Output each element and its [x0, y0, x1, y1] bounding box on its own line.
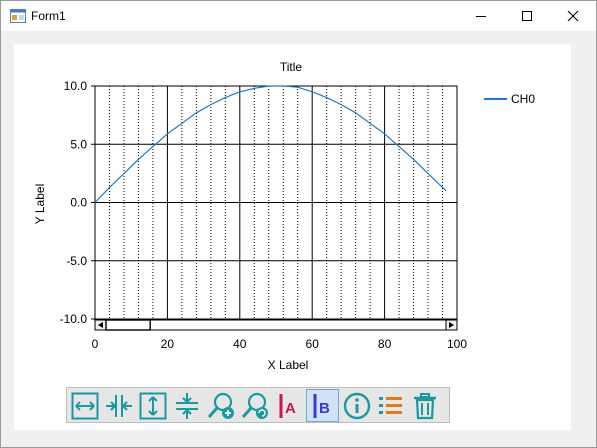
y-tick-label: 0.0	[70, 196, 87, 210]
cursor-b-button[interactable]: B	[306, 389, 339, 422]
chart: Title 10.0 5.0 0.0 -5.0 -10.0 0 20 40 60 80 100 X…	[33, 60, 535, 372]
minimize-icon	[476, 16, 486, 17]
close-button[interactable]	[550, 1, 596, 31]
arrows-vertical-icon	[139, 392, 166, 419]
x-tick-label: 20	[161, 337, 175, 351]
info-icon	[343, 392, 370, 419]
arrows-inward-horizontal-icon	[105, 394, 132, 417]
list-button[interactable]	[374, 389, 407, 422]
arrows-horizontal-icon	[71, 392, 98, 419]
cursor-b-label: B	[319, 400, 330, 417]
y-tick-label: 5.0	[70, 137, 87, 151]
x-tick-label: 80	[378, 337, 392, 351]
cursor-a-icon: A	[279, 393, 296, 418]
list-icon	[378, 396, 402, 414]
y-axis: 10.0 5.0 0.0 -5.0 -10.0	[60, 79, 95, 326]
y-tick-label: -5.0	[66, 254, 87, 268]
main-window: Form1 Title 10.0 5.0 0.0 -5.0 -10.0 0 20 40 60 8…	[0, 0, 597, 448]
legend: CH0	[484, 92, 535, 106]
title-bar[interactable]: Form1	[1, 1, 596, 31]
zoom-in-icon	[207, 392, 234, 419]
zoom-fit-x-button[interactable]	[102, 389, 135, 422]
maximize-button[interactable]	[504, 1, 550, 31]
cursor-a-button[interactable]: A	[272, 389, 305, 422]
x-axis-label: X Label	[268, 358, 309, 372]
chart-panel: Title 10.0 5.0 0.0 -5.0 -10.0 0 20 40 60 80 100 X…	[14, 44, 571, 430]
arrows-inward-vertical-icon	[175, 392, 198, 419]
x-tick-label: 100	[447, 337, 467, 351]
major-grid	[95, 86, 457, 319]
x-tick-label: 60	[306, 337, 320, 351]
zoom-reset-button[interactable]	[238, 389, 271, 422]
legend-label-ch0: CH0	[511, 92, 535, 106]
x-tick-label: 0	[92, 337, 99, 351]
maximize-icon	[522, 11, 532, 21]
x-tick-label: 40	[233, 337, 247, 351]
minimize-button[interactable]	[458, 1, 504, 31]
y-tick-label: -10.0	[60, 312, 88, 326]
zoom-refresh-icon	[241, 392, 268, 419]
scrollbar-thumb[interactable]	[105, 319, 151, 331]
window-title: Form1	[31, 9, 66, 23]
delete-button[interactable]	[408, 389, 441, 422]
cursor-b-icon: B	[313, 393, 330, 418]
y-tick-label: 10.0	[64, 79, 88, 93]
fit-x-button[interactable]	[68, 389, 101, 422]
fit-y-button[interactable]	[136, 389, 169, 422]
app-icon	[10, 9, 26, 23]
cursor-a-label: A	[285, 400, 296, 417]
horizontal-scrollbar[interactable]	[94, 319, 458, 331]
close-icon	[567, 10, 579, 22]
zoom-in-button[interactable]	[204, 389, 237, 422]
x-axis: 0 20 40 60 80 100	[92, 337, 468, 351]
trash-icon	[413, 392, 436, 419]
chart-toolbar: A B	[66, 387, 450, 423]
chart-title: Title	[280, 60, 303, 74]
y-axis-label: Y Label	[33, 184, 47, 224]
info-button[interactable]	[340, 389, 373, 422]
zoom-fit-y-button[interactable]	[170, 389, 203, 422]
